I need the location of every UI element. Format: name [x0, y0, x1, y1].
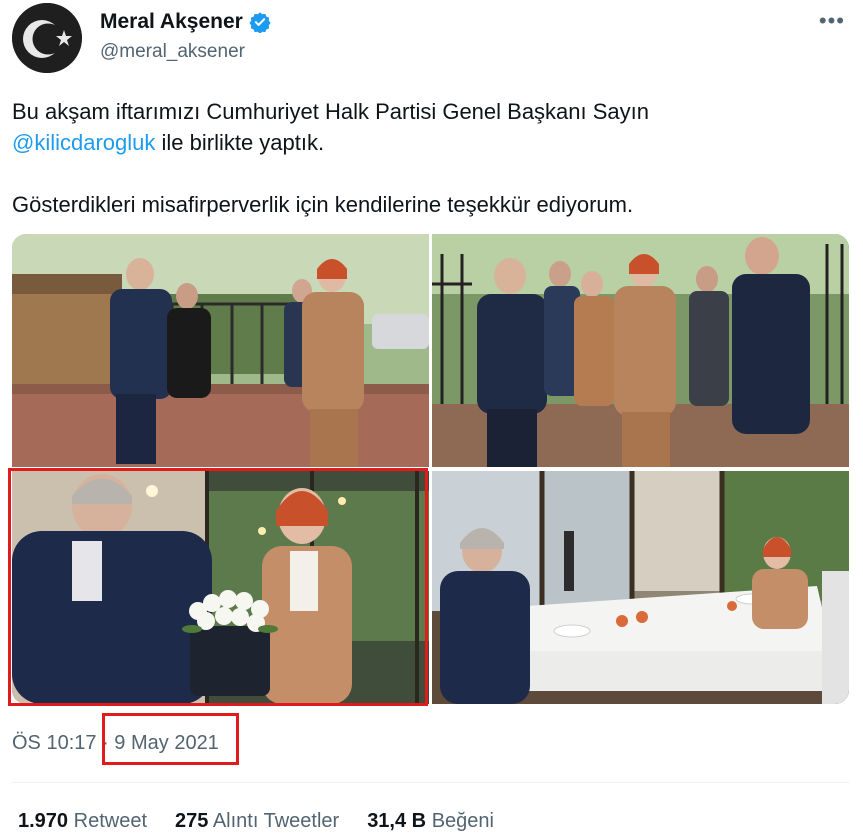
- divider: [12, 782, 850, 783]
- tweet-line-2: @kilicdarogluk ile birlikte yaptık.: [12, 127, 842, 158]
- likes-stat[interactable]: 31,4 B Beğeni: [367, 810, 494, 833]
- tweet-line-3: Gösterdikleri misafirperverlik için kend…: [12, 192, 634, 217]
- retweets-count: 1.970: [18, 810, 69, 832]
- likes-label: Beğeni: [431, 810, 494, 832]
- tweet-stats: 1.970 Retweet 275 Alıntı Tweetler 31,4 B…: [18, 810, 494, 833]
- tweet-line-2-rest: ile birlikte yaptık.: [155, 130, 325, 155]
- photo-grid: [12, 234, 849, 704]
- mention-link[interactable]: @kilicdarogluk: [12, 130, 155, 155]
- tweet-text: Bu akşam iftarımızı Cumhuriyet Halk Part…: [12, 96, 842, 220]
- retweets-stat[interactable]: 1.970 Retweet: [18, 810, 147, 833]
- photo-2[interactable]: [432, 234, 849, 467]
- quotes-count: 275: [175, 810, 209, 832]
- tweet-line-1: Bu akşam iftarımızı Cumhuriyet Halk Part…: [12, 99, 650, 124]
- verified-badge-icon: [249, 11, 271, 34]
- photo-4[interactable]: [432, 471, 849, 704]
- quotes-stat[interactable]: 275 Alıntı Tweetler: [175, 810, 339, 833]
- quotes-label: Alıntı Tweetler: [212, 810, 340, 832]
- highlight-box-date: [102, 713, 239, 765]
- retweets-label: Retweet: [73, 810, 147, 832]
- crescent-star-icon: [12, 3, 82, 73]
- more-options-button[interactable]: •••: [819, 8, 845, 34]
- photo-3-flower-gift[interactable]: [12, 471, 429, 704]
- photo-1[interactable]: [12, 234, 429, 467]
- likes-count: 31,4 B: [367, 810, 427, 832]
- author-handle[interactable]: @meral_aksener: [100, 41, 245, 63]
- tweet-time: ÖS 10:17: [12, 732, 97, 754]
- avatar[interactable]: [12, 3, 82, 73]
- author-name[interactable]: Meral Akşener: [100, 10, 243, 34]
